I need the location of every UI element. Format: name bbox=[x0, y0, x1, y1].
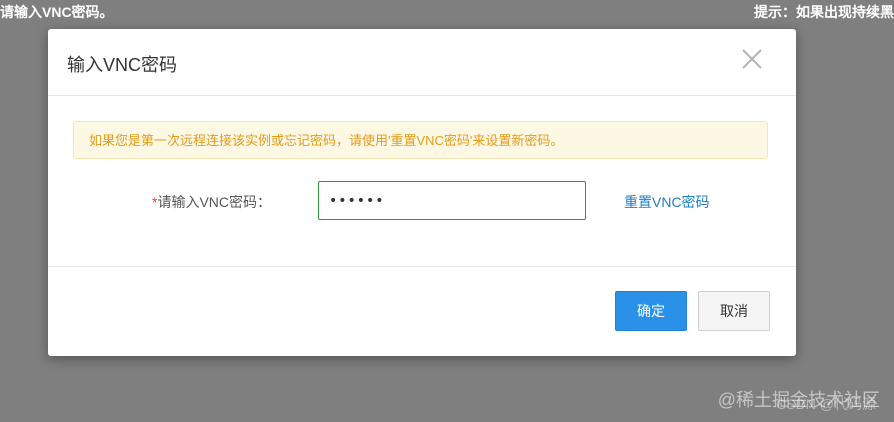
background-prompt-text: 请输入VNC密码。 bbox=[0, 4, 114, 20]
first-time-alert: 如果您是第一次远程连接该实例或忘记密码，请使用'重置VNC密码'来设置新密码。 bbox=[73, 121, 768, 159]
vnc-password-input[interactable] bbox=[318, 181, 586, 220]
reset-vnc-password-link[interactable]: 重置VNC密码 bbox=[624, 192, 710, 212]
close-icon[interactable] bbox=[740, 47, 764, 71]
cancel-button[interactable]: 取消 bbox=[698, 291, 770, 331]
dialog-header: 输入VNC密码 bbox=[48, 29, 796, 96]
background-hint-text: 提示：如果出现持续黑 bbox=[754, 4, 894, 20]
password-label-text: 请输入VNC密码： bbox=[157, 194, 272, 210]
confirm-button[interactable]: 确定 bbox=[615, 291, 687, 331]
password-field-label: *请输入VNC密码： bbox=[152, 192, 271, 212]
vnc-password-dialog: 输入VNC密码 如果您是第一次远程连接该实例或忘记密码，请使用'重置VNC密码'… bbox=[48, 29, 796, 356]
dialog-body: 如果您是第一次远程连接该实例或忘记密码，请使用'重置VNC密码'来设置新密码。 … bbox=[48, 96, 796, 267]
background-top-bar: 请输入VNC密码。 提示：如果出现持续黑 bbox=[0, 0, 894, 22]
dialog-title: 输入VNC密码 bbox=[67, 55, 178, 75]
dialog-footer: 确定 取消 bbox=[48, 267, 796, 356]
watermark-csdn: CSDN @代码源 bbox=[776, 396, 876, 412]
password-form-row: *请输入VNC密码： 重置VNC密码 bbox=[48, 181, 796, 221]
